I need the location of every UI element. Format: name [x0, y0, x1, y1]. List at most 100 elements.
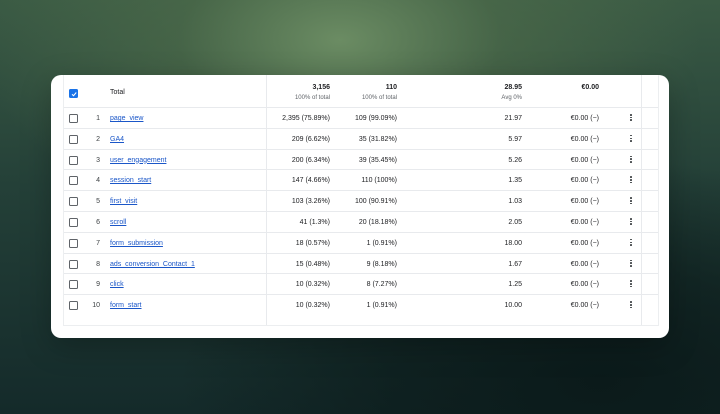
table-row[interactable]: 8 ads_conversion_Contact_1 15 (0.48%) 9 (8.… — [64, 252, 658, 275]
total-users-cell: 35 (31.82%) — [358, 135, 397, 143]
users-total: 110 — [385, 84, 397, 91]
table-row[interactable]: 10 form_start 10 (0.32%) 1 (0.91%) 10.00 €0.0… — [64, 294, 658, 316]
row-index: 4 — [96, 177, 100, 185]
row-index: 5 — [96, 198, 100, 206]
event-name-link[interactable]: click — [110, 280, 124, 289]
checkbox-checked-icon — [71, 91, 77, 96]
row-checkbox[interactable] — [69, 197, 78, 207]
row-index: 8 — [96, 260, 100, 268]
event-count-cell: 18 (0.57%) — [295, 239, 330, 247]
more-vert-icon[interactable] — [629, 113, 633, 124]
event-count-cell: 41 (1.3%) — [299, 219, 330, 226]
table-row[interactable]: 3 user_engagement 200 (6.34%) 39 (35.45%) 5.… — [64, 148, 658, 171]
users-total-sub: 100% of total — [361, 95, 397, 101]
events-per-user-cell: 18.00 — [504, 239, 522, 247]
event-count-cell: 147 (4.66%) — [291, 177, 330, 185]
total-users-cell: 109 (99.09%) — [354, 115, 397, 122]
event-name-link[interactable]: ads_conversion_Contact_1 — [110, 260, 195, 269]
table-row[interactable]: 9 click 10 (0.32%) 8 (7.27%) 1.25 €0.00 (−) — [64, 273, 658, 295]
more-vert-icon[interactable] — [629, 175, 633, 186]
revenue-cell: €0.00 (−) — [570, 156, 599, 164]
revenue-cell: €0.00 (−) — [570, 198, 599, 206]
event-name-link[interactable]: form_start — [110, 301, 142, 310]
row-checkbox[interactable] — [69, 218, 78, 227]
revenue-cell: €0.00 (−) — [570, 302, 599, 310]
event-count-cell: 15 (0.48%) — [295, 260, 330, 268]
report-card: Total 3,156 100% of total 110 100% of to… — [51, 75, 669, 338]
events-per-user-cell: 10.00 — [504, 302, 522, 310]
revenue-cell: €0.00 (−) — [570, 281, 599, 289]
revenue-cell: €0.00 (−) — [570, 239, 599, 247]
row-checkbox[interactable] — [69, 114, 78, 123]
row-checkbox[interactable] — [69, 134, 78, 144]
more-vert-icon[interactable] — [629, 134, 633, 145]
more-vert-icon[interactable] — [629, 279, 633, 290]
event-count-total: 3,156 — [312, 84, 330, 91]
more-vert-icon[interactable] — [629, 238, 633, 249]
row-index: 7 — [96, 239, 100, 247]
revenue-cell: €0.00 (−) — [570, 115, 599, 122]
events-per-user-cell: 5.26 — [508, 156, 522, 164]
event-count-total-sub: 100% of total — [294, 95, 330, 101]
table-header: Total 3,156 100% of total 110 100% of to… — [64, 75, 658, 107]
event-name-link[interactable]: scroll — [110, 218, 126, 227]
event-count-cell: 10 (0.32%) — [295, 281, 330, 289]
row-checkbox[interactable] — [69, 301, 78, 311]
total-users-cell: 100 (90.91%) — [354, 198, 397, 206]
row-index: 3 — [96, 156, 100, 164]
events-per-user-cell: 5.97 — [508, 135, 522, 143]
more-vert-icon[interactable] — [629, 196, 633, 207]
events-table: Total 3,156 100% of total 110 100% of to… — [63, 75, 659, 326]
revenue-cell: €0.00 (−) — [570, 219, 599, 226]
event-count-cell: 209 (6.62%) — [291, 135, 330, 143]
table-row[interactable]: 1 page_view 2,395 (75.89%) 109 (99.09%) 21.9… — [64, 107, 658, 129]
event-count-cell: 103 (3.26%) — [291, 198, 330, 206]
total-users-cell: 110 (100%) — [361, 177, 397, 185]
more-vert-icon[interactable] — [629, 217, 633, 228]
revenue-cell: €0.00 (−) — [570, 135, 599, 143]
row-checkbox[interactable] — [69, 238, 78, 248]
row-index: 1 — [96, 115, 100, 122]
events-per-user-total: 28.95 — [504, 84, 522, 91]
revenue-cell: €0.00 (−) — [570, 260, 599, 268]
table-row[interactable]: 2 GA4 209 (6.62%) 35 (31.82%) 5.97 €0.00 (−) — [64, 127, 658, 150]
revenue-cell: €0.00 (−) — [570, 177, 599, 185]
total-users-cell: 9 (8.18%) — [366, 260, 397, 268]
total-users-cell: 8 (7.27%) — [366, 281, 397, 289]
table-row[interactable]: 4 session_start 147 (4.66%) 110 (100%) 1.35 €… — [64, 169, 658, 191]
total-users-cell: 20 (18.18%) — [358, 219, 397, 226]
row-checkbox[interactable] — [69, 280, 78, 290]
total-users-cell: 1 (0.91%) — [366, 302, 397, 310]
event-name-link[interactable]: form_submission — [110, 239, 163, 248]
table-row[interactable]: 6 scroll 41 (1.3%) 20 (18.18%) 2.05 €0.00 (−) — [64, 211, 658, 233]
total-users-cell: 1 (0.91%) — [366, 239, 397, 247]
more-vert-icon[interactable] — [629, 300, 633, 311]
events-per-user-sub: Avg 0% — [501, 95, 522, 101]
revenue-total: €0.00 — [581, 84, 599, 91]
select-all-checkbox[interactable] — [69, 89, 78, 98]
events-per-user-cell: 1.25 — [508, 281, 522, 289]
event-count-cell: 200 (6.34%) — [291, 156, 330, 164]
total-label: Total — [110, 89, 125, 96]
events-per-user-cell: 1.67 — [508, 260, 522, 268]
row-index: 2 — [96, 135, 100, 143]
more-vert-icon[interactable] — [629, 259, 633, 270]
row-checkbox[interactable] — [69, 259, 78, 269]
event-name-link[interactable]: first_visit — [110, 197, 137, 206]
event-count-cell: 10 (0.32%) — [295, 302, 330, 310]
more-vert-icon[interactable] — [629, 155, 633, 166]
total-users-cell: 39 (35.45%) — [358, 156, 397, 164]
row-index: 6 — [96, 219, 100, 226]
event-count-cell: 2,395 (75.89%) — [282, 115, 330, 122]
event-name-link[interactable]: session_start — [110, 176, 151, 185]
row-checkbox[interactable] — [69, 155, 78, 165]
table-row[interactable]: 7 form_submission 18 (0.57%) 1 (0.91%) 18.00… — [64, 231, 658, 254]
event-name-link[interactable]: user_engagement — [110, 156, 166, 165]
event-name-link[interactable]: GA4 — [110, 135, 124, 144]
table-row[interactable]: 5 first_visit 103 (3.26%) 100 (90.91%) 1.03 €… — [64, 190, 658, 212]
event-name-link[interactable]: page_view — [110, 114, 143, 123]
events-per-user-cell: 1.03 — [508, 198, 522, 206]
events-per-user-cell: 2.05 — [508, 219, 522, 226]
row-checkbox[interactable] — [69, 176, 78, 186]
events-per-user-cell: 21.97 — [504, 115, 522, 122]
